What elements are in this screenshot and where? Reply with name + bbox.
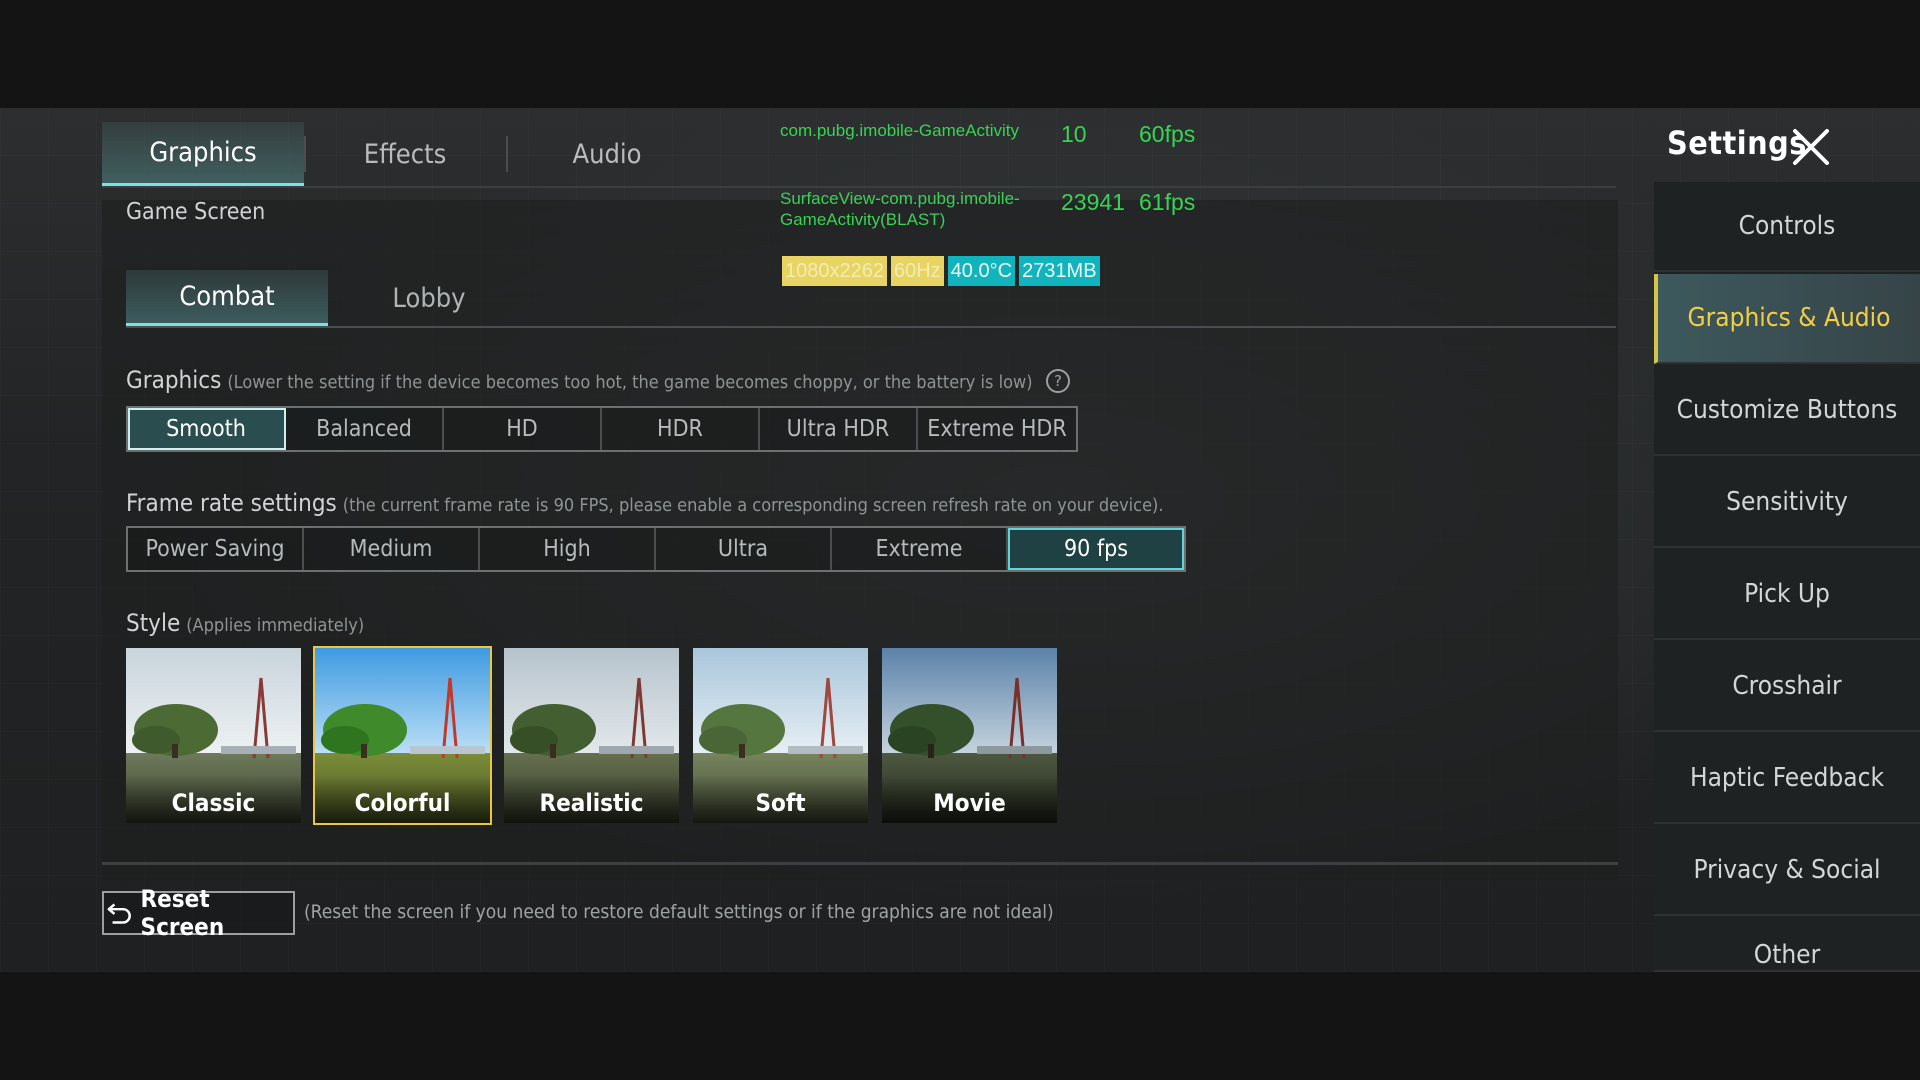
sidebar-item-sensitivity[interactable]: Sensitivity bbox=[1654, 458, 1920, 548]
style-label-colorful: Colorful bbox=[315, 775, 490, 823]
tab-graphics[interactable]: Graphics bbox=[102, 122, 304, 186]
style-label: Style bbox=[126, 609, 181, 637]
sidebar-item-customize-buttons[interactable]: Customize Buttons bbox=[1654, 366, 1920, 456]
sidebar-item-haptic-feedback[interactable]: Haptic Feedback bbox=[1654, 734, 1920, 824]
sidebar-item-pick-up[interactable]: Pick Up bbox=[1654, 550, 1920, 640]
svg-text:?: ? bbox=[1054, 372, 1062, 390]
fps-option-medium[interactable]: Medium bbox=[304, 528, 480, 570]
style-option-colorful[interactable]: Colorful bbox=[313, 646, 492, 825]
memory-badge: 2731MB bbox=[1019, 256, 1100, 286]
graphics-section-label: Graphics (Lower the setting if the device… bbox=[126, 366, 1071, 394]
style-section-label: Style (Applies immediately) bbox=[126, 609, 364, 637]
frame-rate-label: Frame rate settings bbox=[126, 489, 337, 517]
fps-option-extreme[interactable]: Extreme bbox=[832, 528, 1008, 570]
game-screen-label: Game Screen bbox=[126, 199, 266, 225]
style-thumbnails: Classic Colorful Realistic Soft Movie bbox=[126, 646, 1057, 825]
debug-activity-label: com.pubg.imobile-GameActivity bbox=[780, 121, 1020, 140]
sidebar-item-crosshair[interactable]: Crosshair bbox=[1654, 642, 1920, 732]
fps-option-power-saving[interactable]: Power Saving bbox=[128, 528, 304, 570]
style-option-realistic[interactable]: Realistic bbox=[504, 648, 679, 823]
debug-surface-fps: 61fps bbox=[1139, 189, 1196, 215]
reset-screen-label: Reset Screen bbox=[140, 885, 225, 941]
style-label-realistic: Realistic bbox=[504, 775, 679, 823]
refresh-rate-badge: 60Hz bbox=[890, 256, 944, 286]
tab-combat[interactable]: Combat bbox=[126, 270, 328, 326]
graphics-option-ultra-hdr[interactable]: Ultra HDR bbox=[760, 408, 918, 450]
frame-rate-selector: Power Saving Medium High Ultra Extreme 9… bbox=[126, 526, 1186, 572]
fps-option-high[interactable]: High bbox=[480, 528, 656, 570]
graphics-option-hdr[interactable]: HDR bbox=[602, 408, 760, 450]
settings-sidebar: Controls Graphics & Audio Customize Butt… bbox=[1654, 182, 1920, 972]
frame-rate-hint: (the current frame rate is 90 FPS, pleas… bbox=[342, 495, 1164, 516]
fps-option-90[interactable]: 90 fps bbox=[1008, 528, 1184, 570]
debug-activity-fps: 60fps bbox=[1139, 121, 1196, 147]
tab-audio[interactable]: Audio bbox=[506, 122, 708, 186]
graphics-quality-selector: Smooth Balanced HD HDR Ultra HDR Extreme… bbox=[126, 406, 1078, 452]
style-option-movie[interactable]: Movie bbox=[882, 648, 1057, 823]
close-icon bbox=[1793, 129, 1829, 165]
settings-screen: Graphics Effects Audio com.pubg.imobile-… bbox=[0, 108, 1920, 972]
style-label-soft: Soft bbox=[693, 775, 868, 823]
close-button[interactable] bbox=[1790, 126, 1832, 168]
tab-effects[interactable]: Effects bbox=[304, 122, 506, 186]
temperature-badge: 40.0°C bbox=[947, 256, 1016, 286]
sub-tab-divider bbox=[126, 326, 1616, 328]
style-option-soft[interactable]: Soft bbox=[693, 648, 868, 823]
sidebar-item-graphics-audio[interactable]: Graphics & Audio bbox=[1654, 274, 1920, 364]
debug-badges: 1080x2262 60Hz 40.0°C 2731MB bbox=[782, 256, 1100, 286]
sub-tab-bar: Combat Lobby bbox=[126, 270, 530, 326]
graphics-option-balanced[interactable]: Balanced bbox=[286, 408, 444, 450]
graphics-option-smooth[interactable]: Smooth bbox=[128, 408, 286, 450]
help-icon[interactable]: ? bbox=[1045, 368, 1071, 394]
reset-screen-hint: (Reset the screen if you need to restore… bbox=[304, 901, 1054, 923]
graphics-hint: (Lower the setting if the device becomes… bbox=[227, 372, 1033, 393]
style-label-movie: Movie bbox=[882, 775, 1057, 823]
graphics-option-hd[interactable]: HD bbox=[444, 408, 602, 450]
undo-icon bbox=[107, 903, 131, 924]
settings-title: Settings bbox=[1667, 124, 1807, 162]
resolution-badge: 1080x2262 bbox=[782, 256, 887, 286]
frame-rate-section-label: Frame rate settings (the current frame ra… bbox=[126, 489, 1164, 517]
sidebar-item-privacy-social[interactable]: Privacy & Social bbox=[1654, 826, 1920, 916]
tab-lobby[interactable]: Lobby bbox=[328, 270, 530, 326]
fps-option-ultra[interactable]: Ultra bbox=[656, 528, 832, 570]
debug-surface-count: 23941 bbox=[1061, 189, 1125, 215]
style-option-classic[interactable]: Classic bbox=[126, 648, 301, 823]
sidebar-item-controls[interactable]: Controls bbox=[1654, 182, 1920, 272]
bottom-divider bbox=[102, 862, 1618, 865]
debug-activity-count: 10 bbox=[1061, 121, 1087, 147]
style-hint: (Applies immediately) bbox=[186, 615, 365, 636]
style-label-classic: Classic bbox=[126, 775, 301, 823]
graphics-option-extreme-hdr[interactable]: Extreme HDR bbox=[918, 408, 1076, 450]
sidebar-item-other[interactable]: Other bbox=[1654, 918, 1920, 972]
graphics-label: Graphics bbox=[126, 366, 222, 394]
top-tab-bar: Graphics Effects Audio bbox=[102, 122, 708, 186]
reset-screen-button[interactable]: Reset Screen bbox=[102, 885, 295, 941]
debug-surface-label: SurfaceView-com.pubg.imobile-GameActivit… bbox=[780, 189, 1020, 229]
